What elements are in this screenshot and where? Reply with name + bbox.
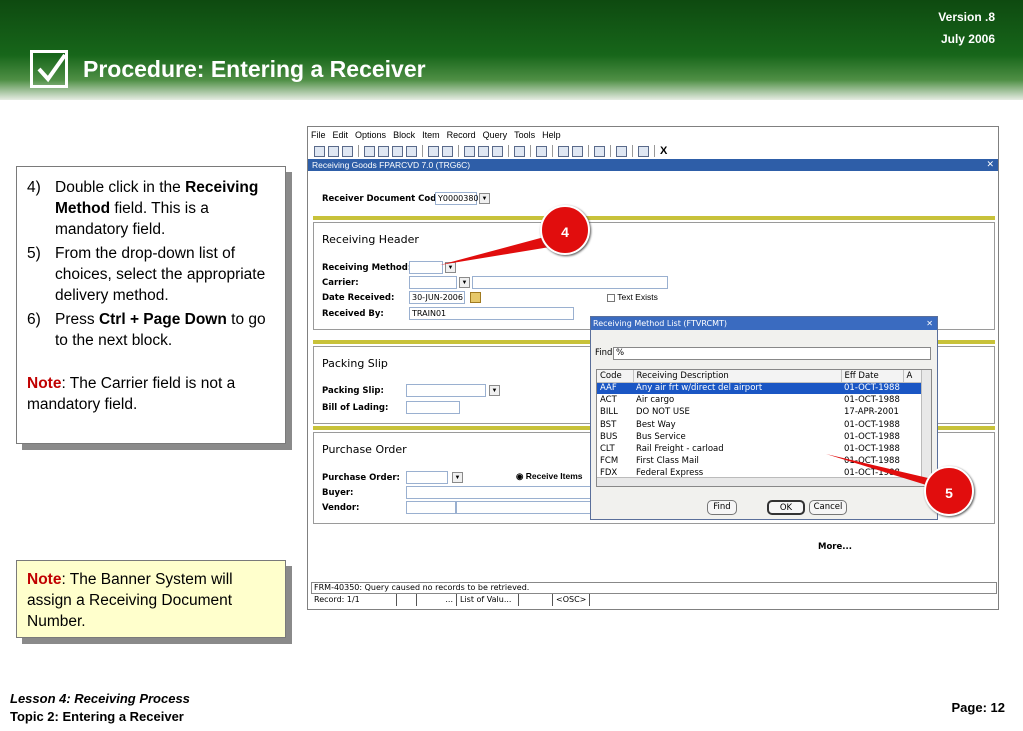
- callout-5: 5: [924, 466, 974, 516]
- callout-arrows: [440, 236, 936, 488]
- lesson-title: Lesson 4: Receiving Process: [10, 691, 190, 706]
- callout-5-arrow: [826, 454, 936, 488]
- footer-lesson-info: Lesson 4: Receiving Process Topic 2: Ent…: [10, 690, 190, 726]
- topic-title: Topic 2: Entering a Receiver: [10, 709, 184, 724]
- callout-4: 4: [540, 205, 590, 255]
- callout-4-arrow: [440, 236, 556, 265]
- page-number: Page: 12: [951, 700, 1005, 715]
